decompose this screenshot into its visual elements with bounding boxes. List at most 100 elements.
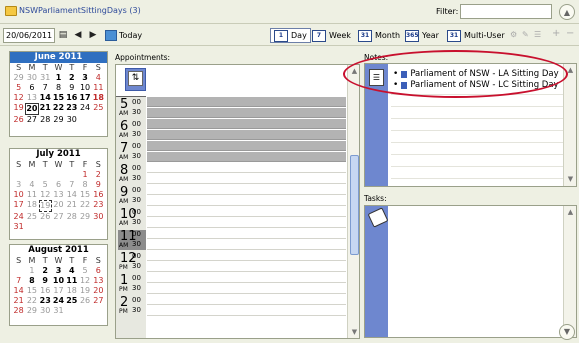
calendar-day[interactable]: 21 [12, 296, 25, 306]
calendar-day[interactable]: 19 [78, 286, 91, 296]
calendar-day[interactable]: 29 [78, 212, 91, 222]
time-slot[interactable] [147, 240, 346, 250]
appointments-scrollbar[interactable]: ▲ ▼ [347, 65, 359, 338]
calendar-day[interactable]: 23 [39, 296, 52, 306]
calendar-day[interactable]: 17 [78, 93, 91, 103]
calendar-day[interactable]: 16 [92, 190, 105, 200]
calendar-day[interactable]: 31 [39, 73, 52, 83]
calendar-day[interactable]: 24 [52, 296, 65, 306]
calendar-day[interactable]: 22 [25, 296, 38, 306]
scroll-down-icon[interactable]: ▼ [565, 174, 576, 185]
calendar-day[interactable]: 26 [39, 212, 52, 222]
calendar-day[interactable]: 8 [52, 83, 65, 93]
calendar-day[interactable]: 18 [65, 286, 78, 296]
calendar-day[interactable]: 21 [65, 200, 78, 212]
calendar-day[interactable]: 29 [12, 73, 25, 83]
next-day-icon[interactable]: ▶ [88, 28, 98, 43]
calendar-day[interactable]: 26 [12, 115, 25, 125]
calendar-day[interactable]: 7 [65, 180, 78, 190]
calendar-day[interactable]: 13 [92, 276, 105, 286]
time-slot[interactable] [147, 97, 346, 107]
time-slot[interactable] [147, 130, 346, 140]
calendar-day[interactable]: 17 [52, 286, 65, 296]
time-slot[interactable] [147, 185, 346, 195]
calendar-day[interactable]: 29 [52, 115, 65, 125]
calendar-day[interactable]: 25 [65, 296, 78, 306]
calendar-day[interactable]: 9 [39, 276, 52, 286]
time-slot[interactable] [147, 273, 346, 283]
settings-icon[interactable]: ⚙ [510, 30, 517, 39]
calendar-day[interactable]: 9 [65, 83, 78, 93]
date-input[interactable]: 20/06/2011 [3, 28, 55, 43]
calendar-day[interactable]: 4 [92, 73, 105, 83]
calendar-day[interactable]: 14 [39, 93, 52, 103]
time-slot[interactable] [147, 262, 346, 272]
today-button[interactable]: Today [119, 31, 142, 40]
calendar-july[interactable]: July 2011 SMTWTFS 12 3456789 10 11 12 13 14 1… [9, 148, 108, 240]
calendar-day[interactable]: 11 [92, 83, 105, 93]
calendar-day[interactable]: 28 [12, 306, 25, 316]
calendar-day[interactable]: 25 [25, 212, 38, 222]
calendar-day[interactable]: 27 [92, 296, 105, 306]
selected-day[interactable]: 20 [25, 103, 39, 115]
calendar-day[interactable]: 10 [12, 190, 25, 200]
time-slot[interactable] [147, 306, 346, 316]
calendar-day[interactable]: 5 [12, 83, 25, 93]
calendar-day[interactable]: 28 [65, 212, 78, 222]
calendar-day[interactable]: 1 [52, 73, 65, 83]
calendar-day[interactable]: 24 [12, 212, 25, 222]
collapse-up-icon[interactable]: ▲ [559, 4, 575, 20]
add-icon[interactable]: + [552, 28, 560, 39]
calendar-day[interactable]: 27 [25, 115, 38, 125]
calendar-day[interactable]: 10 [78, 83, 91, 93]
year-view-button[interactable]: 365 Year [405, 28, 439, 43]
time-slot[interactable] [147, 174, 346, 184]
calendar-day[interactable]: 14 [65, 190, 78, 200]
appointment-grid[interactable] [147, 96, 346, 338]
calendar-day[interactable]: 29 [25, 306, 38, 316]
calendar-day[interactable]: 21 [39, 103, 52, 115]
multi-user-view-button[interactable]: 31 Multi-User [447, 28, 505, 43]
calendar-day[interactable]: 12 [39, 190, 52, 200]
calendar-day[interactable]: 1 [25, 266, 38, 276]
calendar-day[interactable]: 16 [39, 286, 52, 296]
calendar-day[interactable]: 6 [92, 266, 105, 276]
calendar-day[interactable]: 5 [39, 180, 52, 190]
calendar-day[interactable]: 4 [25, 180, 38, 190]
today-icon[interactable] [105, 30, 117, 41]
calendar-day[interactable]: 3 [52, 266, 65, 276]
notes-scrollbar[interactable]: ▲ ▼ [563, 64, 576, 186]
appointments-panel[interactable]: ⇅ 5 00 AM 30 6 00 AM 30 7 00 AM 30 8 00 AM 30 9 00 AM 30 10 0… [115, 64, 360, 339]
time-slot[interactable] [147, 218, 346, 228]
calendar-day[interactable]: 12 [78, 276, 91, 286]
calendar-day[interactable]: 20 [92, 286, 105, 296]
scroll-down-icon[interactable]: ▼ [349, 327, 359, 338]
time-slot[interactable] [147, 251, 346, 261]
calendar-day[interactable]: 31 [52, 306, 65, 316]
calendar-day[interactable]: 25 [92, 103, 105, 115]
list-icon[interactable]: ☰ [534, 30, 541, 39]
previous-day-icon[interactable]: ◀ [73, 28, 83, 43]
time-slot[interactable] [147, 119, 346, 129]
sort-toggle-icon[interactable]: ⇅ [128, 71, 143, 86]
tasks-panel[interactable]: ▲ ▼ [364, 205, 577, 338]
scroll-up-icon[interactable]: ▲ [565, 207, 576, 218]
time-slot[interactable] [147, 108, 346, 118]
filter-input[interactable] [460, 4, 552, 19]
calendar-day[interactable]: 23 [65, 103, 78, 115]
time-slot[interactable] [147, 163, 346, 173]
calendar-day[interactable]: 8 [78, 180, 91, 190]
calendar-day[interactable]: 4 [65, 266, 78, 276]
calendar-day[interactable]: 2 [39, 266, 52, 276]
collapse-down-icon[interactable]: ▼ [559, 324, 575, 340]
calendar-day[interactable]: 30 [39, 306, 52, 316]
calendar-day[interactable]: 6 [25, 83, 38, 93]
calendar-august[interactable]: August 2011 SMTWTFS 123456 7 8 9 10 11 12 13 1… [9, 244, 108, 326]
calendar-day[interactable]: 28 [39, 115, 52, 125]
calendar-day[interactable]: 5 [78, 266, 91, 276]
calendar-day[interactable]: 10 [52, 276, 65, 286]
calendar-day[interactable]: 15 [25, 286, 38, 296]
calendar-june[interactable]: June 2011 SMTWTFS 29 30 31 1 2 3 4 5 6 7 8 9 10 11 1… [9, 51, 108, 137]
calendar-day[interactable]: 11 [25, 190, 38, 200]
calendar-day[interactable]: 26 [78, 296, 91, 306]
